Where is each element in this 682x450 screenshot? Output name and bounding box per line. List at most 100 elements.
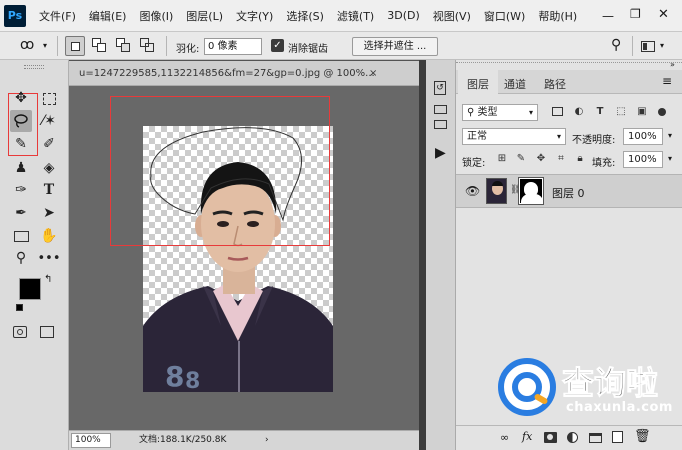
filter-smart-icon[interactable]: ▣ <box>636 106 648 118</box>
trash-icon[interactable]: 🗑︎ <box>634 429 651 444</box>
menu-3d[interactable]: 3D(D) <box>387 9 420 22</box>
move-tool-icon[interactable]: ✥ <box>10 87 32 109</box>
new-selection-button[interactable] <box>65 36 85 56</box>
type-tool-icon[interactable]: T <box>38 179 60 201</box>
doc-info-text: 文档:188.1K/250.8K <box>139 435 227 445</box>
panel-menu-icon[interactable]: ≡ <box>662 74 672 88</box>
new-layer-icon[interactable] <box>612 431 623 443</box>
chevron-down-icon[interactable]: ▾ <box>668 154 672 163</box>
hand-tool-icon[interactable]: ✋ <box>38 225 60 247</box>
chevron-down-icon[interactable]: ▾ <box>660 41 664 50</box>
layer-row[interactable]: 👁︎ ⛓ 图层 0 <box>456 174 682 208</box>
workspace-icon[interactable] <box>641 41 655 52</box>
adjustment-layer-icon[interactable] <box>567 432 578 443</box>
chevron-down-icon[interactable]: ▾ <box>668 131 672 140</box>
menu-window[interactable]: 窗口(W) <box>484 8 525 24</box>
collapse-panel-icon[interactable]: » <box>670 60 675 69</box>
rectangle-tool-icon[interactable] <box>14 231 29 242</box>
fill-input[interactable]: 100% <box>623 151 663 168</box>
feather-input[interactable]: 0 像素 <box>204 38 262 55</box>
filter-pixel-icon[interactable] <box>552 107 563 116</box>
tab-layers[interactable]: 图层 <box>467 76 489 92</box>
marquee-tool-icon[interactable] <box>43 93 56 105</box>
blend-mode-select[interactable]: 正常 ▾ <box>462 128 566 145</box>
menu-layer[interactable]: 图层(L) <box>186 8 223 24</box>
subtract-selection-button[interactable] <box>116 38 132 54</box>
toolbar-grip[interactable] <box>24 65 44 69</box>
document-tab[interactable]: u=1247229585,1132214856&fm=27&gp=0.jpg @… <box>69 61 419 86</box>
filter-toggle-icon[interactable] <box>658 108 666 116</box>
play-actions-icon[interactable]: ▶ <box>435 145 446 161</box>
menu-image[interactable]: 图像(I) <box>139 8 173 24</box>
panel-divider[interactable] <box>419 60 426 450</box>
menu-type[interactable]: 文字(Y) <box>236 8 273 24</box>
search-icon[interactable]: ⚲ <box>611 37 621 53</box>
lock-position-icon[interactable]: ✥ <box>535 153 547 165</box>
layer-mask-thumbnail[interactable] <box>518 177 544 205</box>
chevron-down-icon[interactable]: ▾ <box>43 41 47 50</box>
menu-edit[interactable]: 编辑(E) <box>89 8 127 24</box>
maximize-icon[interactable]: ❐ <box>630 7 641 21</box>
filter-adjustment-icon[interactable]: ◐ <box>573 106 585 118</box>
zoom-tool-icon[interactable]: ⚲ <box>10 247 32 269</box>
antialias-checkbox[interactable]: ✓ <box>271 39 284 52</box>
red-highlight-rectangle <box>110 96 330 246</box>
menu-select[interactable]: 选择(S) <box>286 8 324 24</box>
screen-mode-icon[interactable] <box>40 326 54 338</box>
layer-name[interactable]: 图层 0 <box>552 185 585 201</box>
eyedropper-tool-icon[interactable]: ✎ <box>10 133 32 155</box>
more-tools-icon[interactable]: ••• <box>38 247 61 269</box>
history-brush-tool-icon[interactable]: ✑ <box>10 179 32 201</box>
lasso-preset-icon[interactable]: ꝏ <box>20 37 34 53</box>
minimize-icon[interactable]: — <box>602 9 614 23</box>
zoom-input[interactable]: 100% <box>71 433 111 448</box>
brush-tool-icon[interactable]: ✐ <box>38 133 60 155</box>
adjustments-panel-icon[interactable] <box>434 120 447 129</box>
menu-filter[interactable]: 滤镜(T) <box>337 8 374 24</box>
default-colors-icon[interactable] <box>16 304 23 311</box>
intersect-selection-button[interactable] <box>140 38 156 54</box>
magic-wand-tool-icon[interactable]: ⁄✶ <box>38 110 60 132</box>
lock-label: 锁定: <box>462 158 486 169</box>
menu-help[interactable]: 帮助(H) <box>538 8 577 24</box>
opacity-input[interactable]: 100% <box>623 128 663 145</box>
lock-all-icon[interactable]: 🔒︎ <box>574 153 586 165</box>
lock-artboard-icon[interactable]: ⌗ <box>555 153 567 165</box>
properties-panel-icon[interactable] <box>434 105 447 114</box>
lasso-tool-icon[interactable] <box>10 110 32 132</box>
canvas-area[interactable]: 8 8 <box>69 86 419 430</box>
layer-kind-filter[interactable]: ⚲ 类型 ▾ <box>462 104 538 121</box>
close-icon[interactable]: ✕ <box>658 7 669 22</box>
history-panel-icon[interactable]: ↺ <box>434 81 446 95</box>
status-arrow-icon[interactable]: › <box>265 431 269 449</box>
filter-shape-icon[interactable]: ⬚ <box>615 106 627 118</box>
stamp-tool-icon[interactable]: ♟ <box>10 157 32 179</box>
filter-type-icon[interactable]: T <box>594 106 606 118</box>
watermark-logo-tail <box>533 392 549 406</box>
menu-file[interactable]: 文件(F) <box>39 8 76 24</box>
visibility-eye-icon[interactable]: 👁︎ <box>465 184 480 198</box>
antialias-label: 消除锯齿 <box>288 44 328 55</box>
tab-channels[interactable]: 通道 <box>504 76 526 92</box>
new-group-icon[interactable] <box>589 433 602 443</box>
close-tab-icon[interactable]: × <box>369 61 377 86</box>
quick-mask-icon[interactable] <box>13 326 27 338</box>
tab-paths[interactable]: 路径 <box>544 76 566 92</box>
path-select-tool-icon[interactable]: ➤ <box>38 202 60 224</box>
swap-colors-icon[interactable]: ↰ <box>44 274 52 285</box>
foreground-color-swatch[interactable] <box>19 278 41 300</box>
fx-icon[interactable]: fx <box>522 430 532 443</box>
panel-grip[interactable] <box>456 60 682 63</box>
add-mask-icon[interactable] <box>544 432 557 443</box>
lock-transparent-icon[interactable]: ⊞ <box>496 153 508 165</box>
square-icon <box>71 42 80 51</box>
link-layers-icon[interactable]: ∞ <box>500 431 509 444</box>
select-and-mask-button[interactable]: 选择并遮住 ... <box>352 37 438 56</box>
pen-tool-icon[interactable]: ✒ <box>10 202 32 224</box>
watermark: 查询啦 chaxunla.com <box>496 354 682 424</box>
menu-view[interactable]: 视图(V) <box>433 8 471 24</box>
lock-image-icon[interactable]: ✎ <box>515 153 527 165</box>
add-to-selection-button[interactable] <box>92 38 108 54</box>
feather-label: 羽化: <box>176 44 200 55</box>
eraser-tool-icon[interactable]: ◈ <box>38 157 60 179</box>
